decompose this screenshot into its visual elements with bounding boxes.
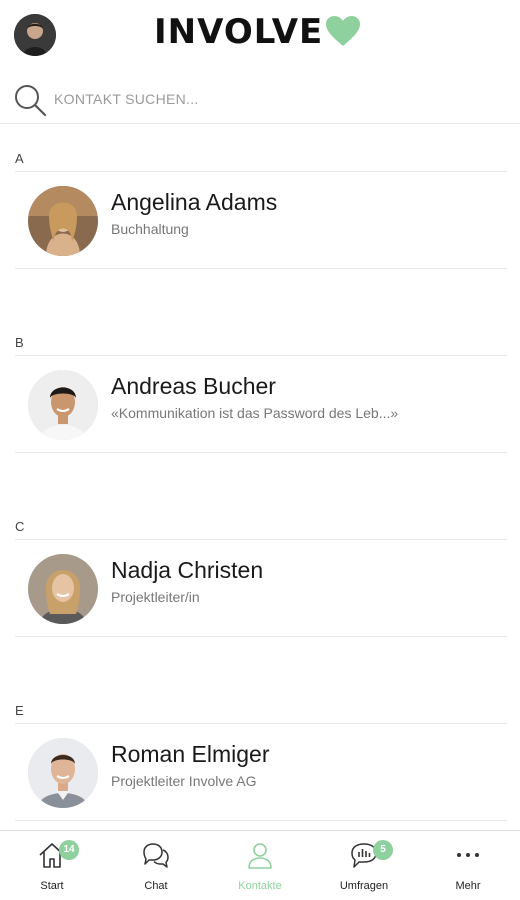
person-icon bbox=[248, 843, 272, 869]
section-b: B Andreas Bucher «Kommunikation ist das … bbox=[0, 309, 520, 493]
nav-label: Start bbox=[40, 880, 64, 892]
umfragen-badge: 5 bbox=[373, 840, 393, 860]
contact-name: Roman Elmiger bbox=[111, 741, 270, 767]
nav-start[interactable]: 14 Start bbox=[0, 831, 104, 900]
contact-subtitle: Buchhaltung bbox=[111, 221, 189, 237]
nav-label: Mehr bbox=[455, 880, 481, 892]
nav-mehr[interactable]: Mehr bbox=[416, 831, 520, 900]
bottom-navigation: 14 Start Chat Kontakte 5 Umfragen Mehr bbox=[0, 830, 520, 900]
start-badge: 14 bbox=[59, 840, 79, 860]
contact-list: A Angelina Adams Buchhaltung B Andreas B… bbox=[0, 125, 520, 830]
nav-umfragen[interactable]: 5 Umfragen bbox=[312, 831, 416, 900]
nav-label: Chat bbox=[144, 880, 168, 892]
contact-avatar bbox=[28, 738, 98, 808]
section-letter: A bbox=[15, 151, 24, 166]
section-letter: B bbox=[15, 335, 24, 350]
chat-icon bbox=[143, 843, 169, 868]
nav-label: Kontakte bbox=[238, 880, 282, 892]
section-letter: C bbox=[15, 519, 25, 534]
contact-row-roman-elmiger[interactable]: Roman Elmiger Projektleiter Involve AG bbox=[15, 723, 507, 821]
contact-row-nadja-christen[interactable]: Nadja Christen Projektleiter/in bbox=[15, 539, 507, 637]
contact-avatar bbox=[28, 554, 98, 624]
logo-text: INVOLVE bbox=[154, 12, 324, 52]
contact-name: Andreas Bucher bbox=[111, 373, 276, 399]
app-header: INVOLVE bbox=[0, 0, 520, 72]
contact-row-angelina-adams[interactable]: Angelina Adams Buchhaltung bbox=[15, 171, 507, 269]
search-input[interactable] bbox=[54, 86, 494, 112]
contact-subtitle: «Kommunikation ist das Password des Leb.… bbox=[111, 405, 399, 421]
involve-logo: INVOLVE bbox=[154, 12, 361, 52]
contact-avatar bbox=[28, 186, 98, 256]
heart-icon bbox=[326, 16, 361, 46]
contact-subtitle: Projektleiter Involve AG bbox=[111, 773, 257, 789]
nav-label: Umfragen bbox=[339, 880, 389, 892]
user-avatar[interactable] bbox=[14, 14, 56, 56]
section-letter: E bbox=[15, 703, 24, 718]
contact-subtitle: Projektleiter/in bbox=[111, 589, 200, 605]
more-dots-icon bbox=[457, 853, 479, 857]
contact-name: Angelina Adams bbox=[111, 189, 278, 215]
section-a: A Angelina Adams Buchhaltung bbox=[0, 125, 520, 309]
search-icon[interactable] bbox=[12, 82, 48, 118]
user-avatar-image bbox=[14, 14, 56, 56]
contact-name: Nadja Christen bbox=[111, 557, 264, 583]
section-e: E Roman Elmiger Projektleiter Involve AG bbox=[0, 677, 520, 830]
contact-avatar bbox=[28, 370, 98, 440]
nav-kontakte[interactable]: Kontakte bbox=[208, 831, 312, 900]
section-c: C Nadja Christen Projektleiter/in bbox=[0, 493, 520, 677]
contact-row-andreas-bucher[interactable]: Andreas Bucher «Kommunikation ist das Pa… bbox=[15, 355, 507, 453]
contact-search-bar bbox=[0, 74, 520, 124]
nav-chat[interactable]: Chat bbox=[104, 831, 208, 900]
